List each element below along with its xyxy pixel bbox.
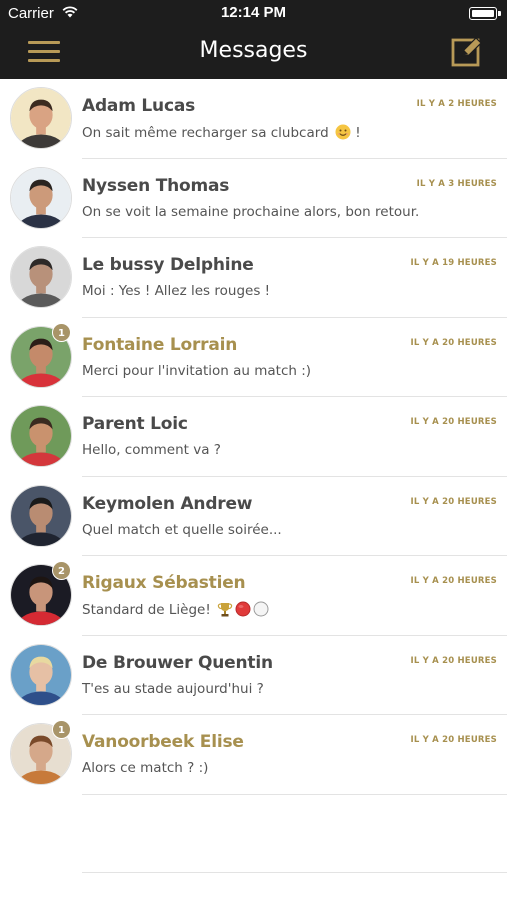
timestamp: IL Y A 20 HEURES	[410, 417, 497, 427]
unread-badge: 1	[52, 720, 71, 739]
message-text: On se voit la semaine prochaine alors, b…	[82, 203, 420, 220]
timestamp: IL Y A 20 HEURES	[410, 576, 497, 586]
red-circle-icon	[235, 601, 251, 617]
conversation-row[interactable]: De Brouwer Quentin IL Y A 20 HEURES T'es a…	[0, 636, 507, 715]
message-text: Alors ce match ? :)	[82, 760, 209, 776]
message-text: Quel match et quelle soirée...	[82, 521, 282, 538]
message-preview: Merci pour l'invitation au match :)	[82, 363, 311, 379]
conversation-row[interactable]: Adam Lucas IL Y A 2 HEURES On sait même re…	[0, 79, 507, 159]
message-preview: Moi : Yes ! Allez les rouges !	[82, 283, 270, 299]
contact-name: Parent Loic	[82, 414, 188, 434]
message-text: Hello, comment va ?	[82, 442, 221, 458]
contact-name: Adam Lucas	[82, 96, 196, 116]
avatar	[10, 643, 72, 706]
contact-name: Fontaine Lorrain	[82, 334, 238, 355]
conversation-row[interactable]: Parent Loic IL Y A 20 HEURES Hello, commen…	[0, 397, 507, 477]
avatar	[10, 484, 72, 547]
compose-button[interactable]	[451, 36, 483, 68]
conversation-row[interactable]: 1 Vanoorbeek Elise IL Y A 20 HEURES Alors c…	[0, 715, 507, 795]
page-title: Messages	[199, 38, 308, 63]
message-text: Moi : Yes ! Allez les rouges !	[82, 283, 271, 299]
compose-icon	[451, 37, 482, 67]
conversation-row[interactable]: Keymolen Andrew IL Y A 20 HEURES Quel matc…	[0, 477, 507, 556]
message-preview: On sait même recharger sa clubcard !	[82, 124, 361, 141]
contact-name: De Brouwer Quentin	[82, 652, 273, 673]
contact-name: Nyssen Thomas	[82, 175, 230, 196]
conversation-row[interactable]: 1 Fontaine Lorrain IL Y A 20 HEURES Merci p…	[0, 318, 507, 397]
avatar	[10, 246, 72, 308]
timestamp: IL Y A 20 HEURES	[410, 655, 497, 666]
message-text: T'es au stade aujourd'hui ?	[82, 680, 264, 697]
message-text: On sait même recharger sa clubcard	[82, 125, 329, 141]
timestamp: IL Y A 20 HEURES	[410, 337, 497, 348]
smile-emoji-icon	[335, 124, 351, 140]
timestamp: IL Y A 19 HEURES	[410, 258, 497, 268]
avatar	[10, 87, 72, 149]
trophy-icon	[217, 603, 233, 617]
timestamp: IL Y A 2 HEURES	[416, 99, 497, 109]
contact-name: Rigaux Sébastien	[82, 573, 246, 593]
conversation-row[interactable]: Le bussy Delphine IL Y A 19 HEURES Moi : Y…	[0, 238, 507, 318]
conversation-row[interactable]: 2 Rigaux Sébastien IL Y A 20 HEURES Standar…	[0, 556, 507, 636]
message-preview: Alors ce match ? :)	[82, 760, 208, 776]
avatar	[10, 405, 72, 467]
row-divider	[82, 793, 507, 795]
contact-name: Le bussy Delphine	[82, 255, 254, 275]
message-suffix: !	[350, 125, 361, 141]
contact-name: Vanoorbeek Elise	[82, 732, 244, 752]
timestamp: IL Y A 3 HEURES	[416, 178, 497, 189]
avatar	[10, 166, 72, 229]
conversation-list: Adam Lucas IL Y A 2 HEURES On sait même re…	[0, 79, 507, 795]
clock: 12:14 PM	[220, 4, 287, 21]
battery-icon	[469, 7, 501, 20]
status-bar: Carrier 12:14 PM	[0, 0, 507, 26]
unread-badge: 2	[52, 561, 71, 580]
conversation-row[interactable]: Nyssen Thomas IL Y A 3 HEURES On se voit l…	[0, 159, 507, 238]
white-circle-icon	[253, 601, 269, 617]
unread-badge: 1	[52, 322, 71, 342]
message-text: Standard de Liège!	[82, 602, 211, 618]
message-preview: Standard de Liège!	[82, 601, 269, 618]
message-preview: T'es au stade aujourd'hui ?	[82, 681, 264, 697]
timestamp: IL Y A 20 HEURES	[410, 735, 497, 745]
message-preview: Quel match et quelle soirée...	[82, 522, 282, 538]
contact-name: Keymolen Andrew	[82, 493, 253, 514]
message-text: Merci pour l'invitation au match :)	[82, 362, 312, 379]
divider	[82, 872, 507, 873]
timestamp: IL Y A 20 HEURES	[410, 496, 497, 507]
message-preview: Hello, comment va ?	[82, 442, 221, 458]
message-preview: On se voit la semaine prochaine alors, b…	[82, 204, 419, 220]
navigation-bar: Messages	[0, 26, 507, 79]
